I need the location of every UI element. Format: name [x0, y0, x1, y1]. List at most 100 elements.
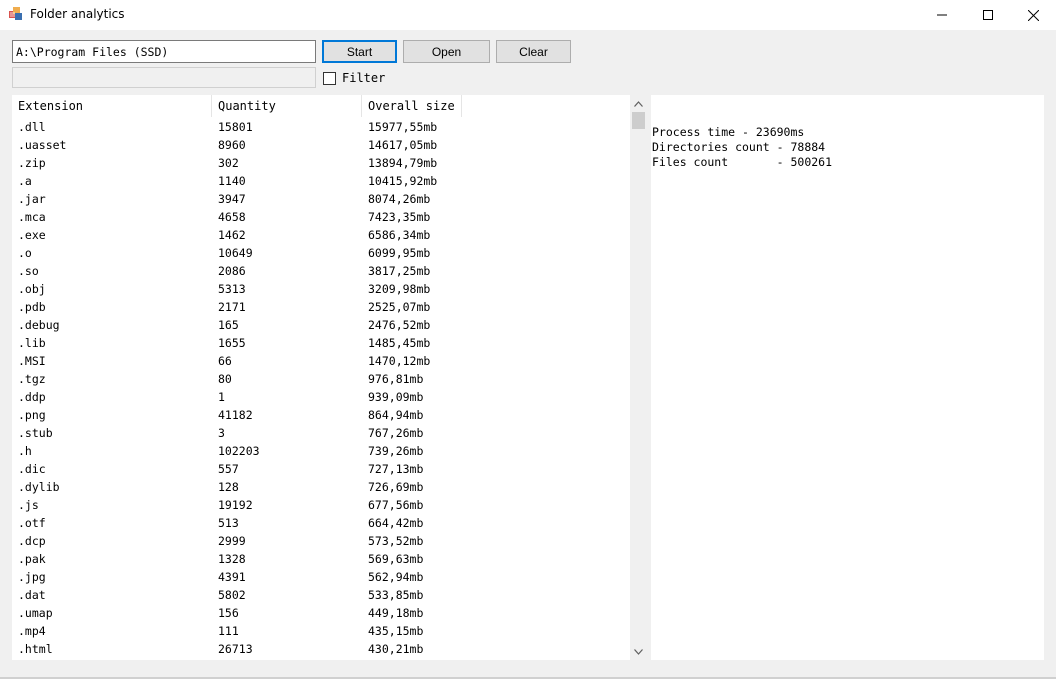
list-item[interactable]: .dll 15801 15977,55mb — [12, 118, 632, 136]
cell-extension: .uasset — [18, 138, 67, 152]
stats-output[interactable]: Process time - 23690ms Directories count… — [651, 95, 1044, 660]
cell-quantity: 3947 — [218, 192, 246, 206]
extension-list[interactable]: Extension Quantity Overall size .dll 1580… — [12, 95, 644, 660]
list-item[interactable]: .so 2086 3817,25mb — [12, 262, 632, 280]
cell-extension: .js — [18, 498, 39, 512]
cell-overall-size: 939,09mb — [368, 390, 424, 404]
cell-overall-size: 664,42mb — [368, 516, 424, 530]
list-item[interactable]: .pdb 2171 2525,07mb — [12, 298, 632, 316]
maximize-button[interactable] — [965, 0, 1011, 30]
list-header: Extension Quantity Overall size — [12, 95, 632, 117]
close-icon — [1027, 9, 1039, 21]
list-item[interactable]: .otf 513 664,42mb — [12, 514, 632, 532]
cell-quantity: 2999 — [218, 534, 246, 548]
cell-quantity: 4658 — [218, 210, 246, 224]
cell-extension: .jpg — [18, 570, 46, 584]
cell-quantity: 1655 — [218, 336, 246, 350]
cell-overall-size: 13894,79mb — [368, 156, 438, 170]
cell-extension: .dylib — [18, 480, 60, 494]
app-window: Folder analytics Start Open Clear Filter… — [0, 0, 1056, 679]
cell-overall-size: 449,18mb — [368, 606, 424, 620]
list-item[interactable]: .stub 3 767,26mb — [12, 424, 632, 442]
cell-quantity: 1462 — [218, 228, 246, 242]
list-item[interactable]: .dat 5802 533,85mb — [12, 586, 632, 604]
cell-overall-size: 864,94mb — [368, 408, 424, 422]
cell-overall-size: 3817,25mb — [368, 264, 431, 278]
cell-extension: .lib — [18, 336, 46, 350]
start-button[interactable]: Start — [322, 40, 397, 63]
list-item[interactable]: .a 1140 10415,92mb — [12, 172, 632, 190]
list-item[interactable]: .tgz 80 976,81mb — [12, 370, 632, 388]
list-item[interactable]: .jar 3947 8074,26mb — [12, 190, 632, 208]
cell-quantity: 156 — [218, 606, 239, 620]
cell-extension: .mp4 — [18, 624, 46, 638]
column-header-overall-size[interactable]: Overall size — [362, 95, 462, 117]
scroll-thumb[interactable] — [632, 112, 645, 129]
cell-overall-size: 767,26mb — [368, 426, 424, 440]
cell-quantity: 5313 — [218, 282, 246, 296]
list-item[interactable]: .js 19192 677,56mb — [12, 496, 632, 514]
list-item[interactable]: .zip 302 13894,79mb — [12, 154, 632, 172]
cell-quantity: 19192 — [218, 498, 253, 512]
list-item[interactable]: .umap 156 449,18mb — [12, 604, 632, 622]
cell-overall-size: 1485,45mb — [368, 336, 431, 350]
scroll-up-button[interactable] — [630, 95, 647, 112]
cell-overall-size: 569,63mb — [368, 552, 424, 566]
cell-extension: .MSI — [18, 354, 46, 368]
list-item[interactable]: .lib 1655 1485,45mb — [12, 334, 632, 352]
cell-extension: .png — [18, 408, 46, 422]
cell-quantity: 128 — [218, 480, 239, 494]
filter-input[interactable] — [12, 67, 316, 88]
filter-label[interactable]: Filter — [342, 71, 385, 85]
column-header-extension[interactable]: Extension — [12, 95, 212, 117]
scroll-down-button[interactable] — [630, 643, 647, 660]
cell-overall-size: 6099,95mb — [368, 246, 431, 260]
cell-extension: .exe — [18, 228, 46, 242]
list-item[interactable]: .debug 165 2476,52mb — [12, 316, 632, 334]
close-button[interactable] — [1010, 0, 1056, 30]
cell-overall-size: 677,56mb — [368, 498, 424, 512]
cell-quantity: 4391 — [218, 570, 246, 584]
cell-overall-size: 6586,34mb — [368, 228, 431, 242]
list-item[interactable]: .jpg 4391 562,94mb — [12, 568, 632, 586]
column-header-quantity[interactable]: Quantity — [212, 95, 362, 117]
stat-directories-count: Directories count - 78884 — [652, 140, 826, 154]
list-item[interactable]: .mp4 111 435,15mb — [12, 622, 632, 640]
list-item[interactable]: .mca 4658 7423,35mb — [12, 208, 632, 226]
cell-extension: .debug — [18, 318, 60, 332]
list-item[interactable]: .pak 1328 569,63mb — [12, 550, 632, 568]
list-item[interactable]: .dylib 128 726,69mb — [12, 478, 632, 496]
cell-extension: .stub — [18, 426, 53, 440]
cell-extension: .mca — [18, 210, 46, 224]
list-item[interactable]: .obj 5313 3209,98mb — [12, 280, 632, 298]
cell-extension: .otf — [18, 516, 46, 530]
cell-overall-size: 739,26mb — [368, 444, 424, 458]
cell-extension: .dic — [18, 462, 46, 476]
open-button[interactable]: Open — [403, 40, 490, 63]
minimize-button[interactable] — [919, 0, 965, 30]
cell-extension: .zip — [18, 156, 46, 170]
list-item[interactable]: .ddp 1 939,09mb — [12, 388, 632, 406]
list-item[interactable]: .MSI 66 1470,12mb — [12, 352, 632, 370]
cell-overall-size: 2525,07mb — [368, 300, 431, 314]
list-item[interactable]: .o 10649 6099,95mb — [12, 244, 632, 262]
list-item[interactable]: .exe 1462 6586,34mb — [12, 226, 632, 244]
cell-quantity: 1328 — [218, 552, 246, 566]
list-item[interactable]: .png 41182 864,94mb — [12, 406, 632, 424]
chevron-down-icon — [634, 648, 643, 655]
list-item[interactable]: .dic 557 727,13mb — [12, 460, 632, 478]
clear-button[interactable]: Clear — [496, 40, 571, 63]
cell-overall-size: 727,13mb — [368, 462, 424, 476]
vertical-scrollbar[interactable] — [630, 95, 647, 660]
title-bar[interactable]: Folder analytics — [0, 0, 1056, 30]
list-item[interactable]: .dcp 2999 573,52mb — [12, 532, 632, 550]
cell-overall-size: 14617,05mb — [368, 138, 438, 152]
path-input[interactable] — [12, 40, 316, 63]
cell-extension: .obj — [18, 282, 46, 296]
cell-quantity: 165 — [218, 318, 239, 332]
filter-checkbox[interactable] — [323, 72, 336, 85]
list-item[interactable]: .html 26713 430,21mb — [12, 640, 632, 658]
cell-extension: .so — [18, 264, 39, 278]
list-item[interactable]: .uasset 8960 14617,05mb — [12, 136, 632, 154]
list-item[interactable]: .h 102203 739,26mb — [12, 442, 632, 460]
